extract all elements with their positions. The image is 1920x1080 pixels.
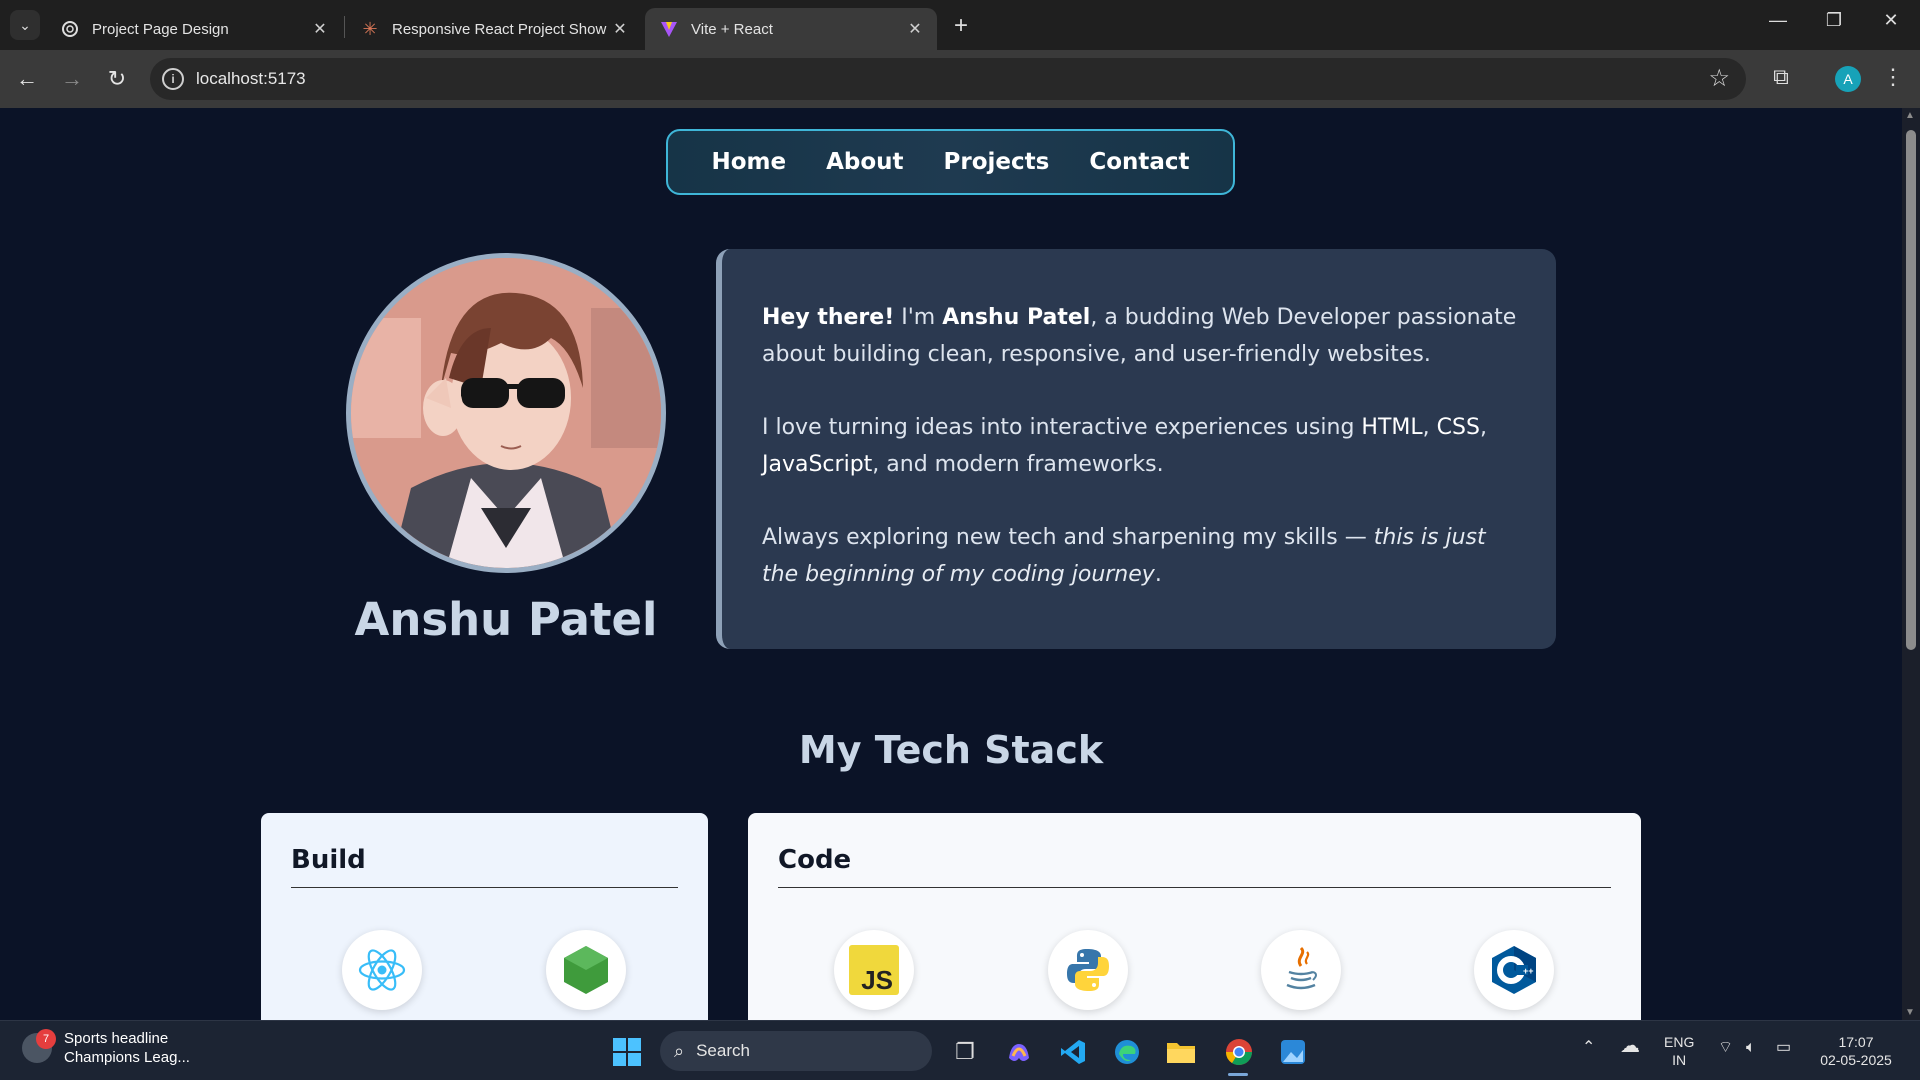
bio-text: , and modern frameworks. bbox=[872, 452, 1164, 477]
onedrive-cloud-icon[interactable]: ☁ bbox=[1620, 1036, 1640, 1056]
tab-title: Vite + React bbox=[691, 20, 773, 38]
page-scrollbar[interactable]: ▲ ▼ bbox=[1902, 108, 1920, 1020]
bio-text: Always exploring new tech and sharpening… bbox=[762, 525, 1374, 550]
language-code: ENG bbox=[1664, 1034, 1695, 1050]
search-label: Search bbox=[696, 1041, 750, 1060]
taskbar-search[interactable]: ⌕ Search bbox=[660, 1031, 932, 1071]
nav-projects[interactable]: Projects bbox=[944, 149, 1050, 175]
react-icon bbox=[342, 930, 422, 1010]
nav-home[interactable]: Home bbox=[711, 149, 786, 175]
tab-vite-react[interactable]: Vite + React ✕ bbox=[645, 8, 937, 50]
profile-avatar-image bbox=[346, 253, 666, 573]
task-view-icon[interactable]: ❐ bbox=[948, 1035, 982, 1069]
page-viewport: Home About Projects Contact Anshu Patel … bbox=[0, 108, 1902, 1020]
tab-title: Project Page Design bbox=[92, 20, 229, 38]
vite-favicon-icon bbox=[659, 19, 679, 39]
browser-tabbar: ⌄ Project Page Design ✕ ✳ Responsive Rea… bbox=[0, 0, 1920, 50]
battery-icon[interactable]: ▭ bbox=[1776, 1039, 1791, 1057]
volume-icon[interactable]: 🔈︎ bbox=[1746, 1039, 1756, 1057]
bio-html: HTML bbox=[1361, 415, 1423, 440]
close-tab-icon[interactable]: ✕ bbox=[610, 19, 630, 39]
clock[interactable]: 17:07 02-05-2025 bbox=[1816, 1033, 1896, 1069]
edge-icon[interactable] bbox=[1110, 1035, 1144, 1069]
bio-paragraph-1: Hey there! I'm Anshu Patel, a budding We… bbox=[762, 299, 1518, 373]
restore-button[interactable]: ❐ bbox=[1814, 10, 1854, 31]
windows-start-icon[interactable] bbox=[610, 1035, 644, 1069]
close-window-button[interactable]: ✕ bbox=[1871, 10, 1911, 31]
reload-button[interactable]: ↻ bbox=[102, 64, 132, 94]
news-widget[interactable]: 7 Sports headline Champions Leag... bbox=[22, 1029, 190, 1067]
tech-stack-title: My Tech Stack bbox=[798, 728, 1104, 772]
search-icon: ⌕ bbox=[674, 1040, 685, 1061]
tab-responsive-react[interactable]: ✳ Responsive React Project Show ✕ bbox=[346, 8, 642, 50]
bio-greeting: Hey there! bbox=[762, 305, 895, 330]
bio-css: CSS bbox=[1436, 415, 1480, 440]
python-icon bbox=[1048, 930, 1128, 1010]
show-hidden-icons-chevron-icon[interactable]: ⌃ bbox=[1582, 1039, 1595, 1057]
tab-search-menu-button[interactable]: ⌄ bbox=[10, 10, 40, 40]
close-tab-icon[interactable]: ✕ bbox=[905, 19, 925, 39]
tab-project-page-design[interactable]: Project Page Design ✕ bbox=[46, 8, 342, 50]
clock-time: 17:07 bbox=[1838, 1034, 1874, 1050]
bookmark-star-icon[interactable]: ☆ bbox=[1708, 64, 1730, 93]
bio-name: Anshu Patel bbox=[942, 305, 1091, 330]
news-title: Sports headline bbox=[64, 1030, 169, 1047]
build-card: Build bbox=[261, 813, 708, 1020]
bio-paragraph-3: Always exploring new tech and sharpening… bbox=[762, 519, 1518, 593]
back-button[interactable]: ← bbox=[12, 64, 42, 94]
bio-text: I love turning ideas into interactive ex… bbox=[762, 415, 1362, 440]
cpp-icon: ++ bbox=[1474, 930, 1554, 1010]
url-text[interactable]: localhost:5173 bbox=[196, 69, 306, 89]
news-icon: 7 bbox=[22, 1029, 56, 1063]
new-tab-button[interactable]: + bbox=[948, 12, 974, 40]
bio-text: I'm bbox=[894, 305, 943, 330]
chrome-icon[interactable] bbox=[1222, 1035, 1256, 1069]
clock-date: 02-05-2025 bbox=[1820, 1052, 1892, 1068]
bio-text: . bbox=[1154, 562, 1162, 587]
openai-favicon-icon bbox=[60, 19, 80, 39]
site-info-icon[interactable]: i bbox=[162, 68, 184, 90]
chrome-active-indicator bbox=[1228, 1073, 1248, 1076]
code-card-title: Code bbox=[778, 845, 1611, 888]
profile-avatar[interactable]: A bbox=[1835, 66, 1861, 92]
news-subtitle: Champions Leag... bbox=[64, 1049, 190, 1066]
browser-menu-icon[interactable]: ⋮ bbox=[1878, 64, 1908, 90]
forward-button[interactable]: → bbox=[57, 64, 87, 94]
nav-about[interactable]: About bbox=[826, 149, 903, 175]
browser-toolbar: ← → ↻ i localhost:5173 ☆ ⧉ bbox=[0, 50, 1920, 108]
scroll-down-arrow-icon[interactable]: ▼ bbox=[1905, 1007, 1915, 1018]
file-explorer-icon[interactable] bbox=[1164, 1035, 1198, 1069]
copilot-icon[interactable] bbox=[1002, 1035, 1036, 1069]
about-card: Hey there! I'm Anshu Patel, a budding We… bbox=[716, 249, 1556, 649]
extensions-icon[interactable]: ⧉ bbox=[1766, 64, 1796, 90]
javascript-icon: JS bbox=[834, 930, 914, 1010]
java-icon bbox=[1261, 930, 1341, 1010]
bio-paragraph-2: I love turning ideas into interactive ex… bbox=[762, 415, 1487, 477]
profile-name: Anshu Patel bbox=[354, 593, 658, 646]
js-label: JS bbox=[861, 965, 893, 995]
nodejs-icon bbox=[546, 930, 626, 1010]
minimize-button[interactable]: — bbox=[1758, 10, 1798, 31]
address-bar[interactable]: i localhost:5173 ☆ bbox=[150, 58, 1746, 100]
build-card-title: Build bbox=[291, 845, 678, 888]
nav-contact[interactable]: Contact bbox=[1089, 149, 1189, 175]
svg-text:++: ++ bbox=[1523, 966, 1534, 976]
close-tab-icon[interactable]: ✕ bbox=[310, 19, 330, 39]
windows-taskbar: 7 Sports headline Champions Leag... ⌕ Se… bbox=[0, 1020, 1920, 1080]
bio-js: JavaScript bbox=[762, 452, 873, 477]
vscode-icon[interactable] bbox=[1056, 1035, 1090, 1069]
main-nav: Home About Projects Contact bbox=[666, 129, 1235, 195]
region-code: IN bbox=[1672, 1052, 1687, 1068]
scrollbar-thumb[interactable] bbox=[1906, 130, 1916, 650]
tab-separator bbox=[344, 16, 345, 38]
tab-title: Responsive React Project Show bbox=[392, 20, 607, 38]
scroll-up-arrow-icon[interactable]: ▲ bbox=[1905, 110, 1915, 121]
photos-icon[interactable] bbox=[1276, 1035, 1310, 1069]
claude-favicon-icon: ✳ bbox=[362, 18, 378, 39]
wifi-icon[interactable]: ⌔ bbox=[1718, 1039, 1733, 1057]
language-indicator[interactable]: ENG IN bbox=[1664, 1033, 1694, 1069]
news-badge: 7 bbox=[36, 1029, 56, 1049]
